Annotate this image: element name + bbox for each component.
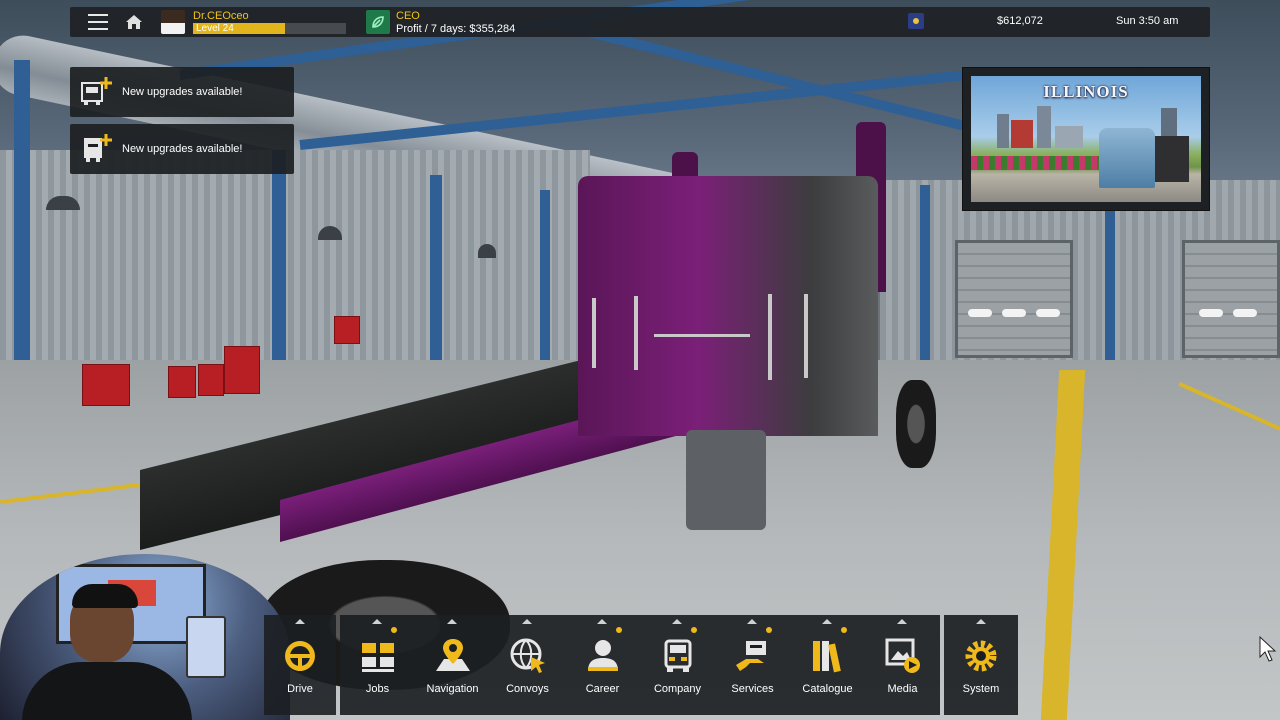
level-label: Level 24: [196, 23, 234, 34]
billboard-title: ILLINOIS: [1043, 82, 1129, 101]
top-status-bar: Dr.CEOceo Level 24 CEO Profit / 7 days: …: [70, 7, 1210, 37]
map-pin-icon: [436, 639, 470, 671]
dock-drive-panel: Drive: [264, 615, 336, 715]
mouse-cursor-icon: [1259, 636, 1277, 662]
billboard-truck: [1099, 128, 1155, 188]
dock-media-button[interactable]: Media: [865, 615, 940, 715]
hanging-lamp: [478, 244, 496, 258]
truck-tire: [896, 380, 936, 468]
gear-icon: [965, 640, 997, 672]
steering-wheel-icon: [285, 641, 315, 671]
tool-cabinet: [198, 364, 224, 396]
player-avatar[interactable]: [161, 10, 185, 34]
truck-cab: [578, 176, 878, 436]
fire-box: [334, 316, 360, 344]
menu-icon[interactable]: [88, 14, 108, 30]
dock-catalogue-button[interactable]: Catalogue: [790, 615, 865, 715]
bank-balance: $612,072: [997, 15, 1043, 27]
dock-system-button[interactable]: System: [944, 615, 1018, 715]
person-icon: [588, 640, 618, 671]
steel-column: [430, 175, 442, 375]
media-play-icon: [885, 638, 920, 673]
garage-door: [1182, 240, 1280, 358]
upgrade-notification[interactable]: New upgrades available!: [70, 124, 294, 174]
company-role-title: CEO: [396, 10, 420, 22]
dock-jobs-button[interactable]: Jobs: [340, 615, 415, 715]
billboard-image: ILLINOIS: [971, 76, 1201, 202]
weekly-profit-text: Profit / 7 days: $355,284: [396, 23, 516, 35]
ceo-leaf-badge[interactable]: [366, 10, 390, 34]
dock-career-button[interactable]: Career: [565, 615, 640, 715]
steel-column: [540, 190, 550, 370]
steel-column: [920, 185, 930, 360]
dock-label: Services: [731, 683, 774, 695]
dock-system-panel: System: [944, 615, 1018, 715]
dock-label: Navigation: [426, 683, 479, 695]
dock-label: Company: [653, 683, 702, 695]
tool-cabinet: [168, 366, 196, 398]
dock-label: Catalogue: [802, 683, 853, 695]
dock-company-button[interactable]: Company: [640, 615, 715, 715]
leaf-icon: [372, 16, 384, 28]
globe-cursor-icon: [510, 638, 545, 673]
tool-cabinet: [224, 346, 260, 394]
dock-navigation-button[interactable]: Navigation: [415, 615, 490, 715]
steel-column: [1105, 190, 1115, 360]
game-clock: Sun 3:50 am: [1116, 15, 1179, 27]
notification-text: New upgrades available!: [122, 143, 243, 155]
dock-services-button[interactable]: Services: [715, 615, 790, 715]
cargo-boxes-icon: [362, 643, 394, 672]
dock-label: Convoys: [506, 683, 549, 695]
truck-upgrade-icon: [81, 77, 112, 105]
dock-drive-button[interactable]: Drive: [264, 615, 336, 715]
billboard-trailer: [1149, 136, 1189, 182]
state-billboard: ILLINOIS: [962, 67, 1210, 211]
service-hand-icon: [736, 641, 766, 671]
home-icon[interactable]: [125, 13, 143, 31]
steel-column: [14, 60, 30, 410]
truck-front-icon: [664, 639, 692, 672]
player-name: Dr.CEOceo: [193, 10, 249, 22]
dock-main-panel: Jobs Navigation Convoys Career Company S…: [340, 615, 940, 715]
dock-convoys-button[interactable]: Convoys: [490, 615, 565, 715]
garage-wall-left: [0, 150, 590, 390]
steel-column: [272, 150, 286, 385]
dock-label: Career: [585, 683, 620, 695]
tool-cabinet: [82, 364, 130, 406]
notification-text: New upgrades available!: [122, 86, 243, 98]
books-icon: [813, 641, 841, 673]
dock-label: Jobs: [365, 683, 390, 695]
trailer-upgrade-icon: [84, 134, 112, 162]
dock-label: Drive: [287, 683, 313, 695]
upgrade-notification[interactable]: New upgrades available!: [70, 67, 294, 117]
truck-fender: [686, 430, 766, 530]
state-flag-icon: [908, 13, 924, 29]
level-progress-bar: Level 24: [193, 23, 346, 34]
garage-door: [955, 240, 1073, 358]
dock-label: System: [962, 683, 1000, 695]
dock-label: Media: [887, 683, 918, 695]
